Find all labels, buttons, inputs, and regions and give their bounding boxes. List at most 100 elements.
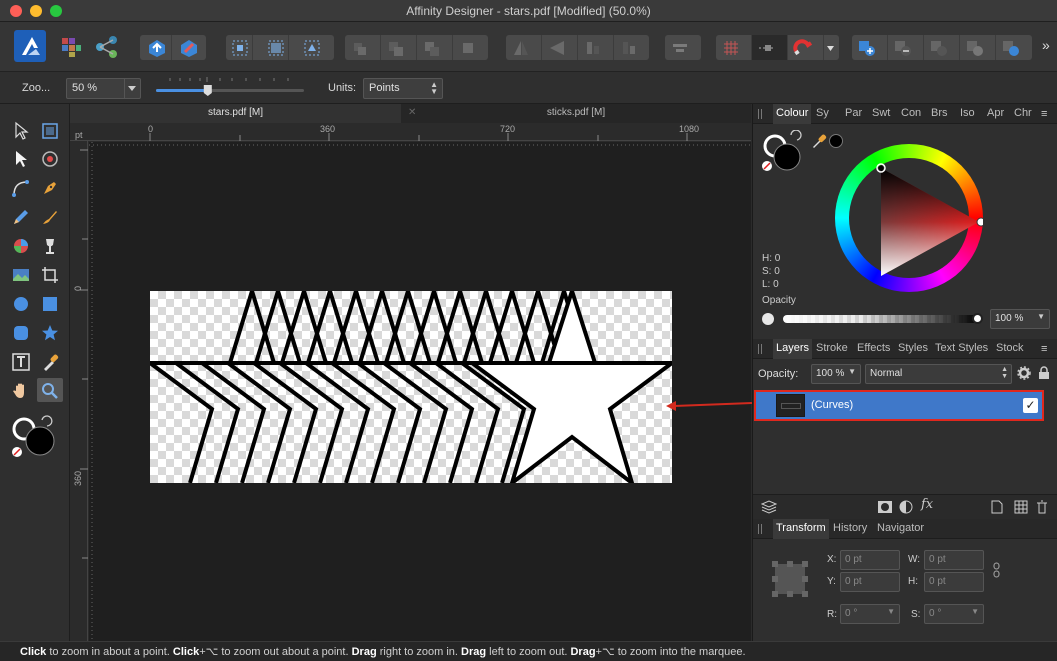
zoom-slider[interactable] — [156, 76, 304, 98]
publish-button[interactable] — [142, 35, 172, 60]
xor-boolean-icon[interactable] — [960, 35, 996, 60]
snapping-box-button[interactable] — [298, 35, 325, 60]
toolbar-overflow-button[interactable]: » — [1042, 37, 1050, 53]
export-persona-icon[interactable] — [94, 34, 120, 60]
panel-grip-icon[interactable] — [758, 524, 762, 534]
opacity-slider[interactable] — [783, 315, 979, 323]
guides-icon[interactable] — [752, 35, 788, 60]
y-field[interactable]: 0 pt — [840, 572, 900, 592]
align-icon[interactable] — [665, 35, 701, 60]
layers-stack-icon[interactable] — [760, 500, 778, 517]
layer-visibility-checkbox[interactable]: ✓ — [1023, 398, 1038, 413]
hand-tool-icon[interactable] — [8, 378, 34, 402]
fill-stroke-swatch[interactable] — [761, 129, 811, 180]
tab-iso[interactable]: Iso — [960, 107, 975, 119]
tab-history[interactable]: History — [833, 522, 867, 534]
grid-icon[interactable] — [716, 35, 752, 60]
adjustments-icon[interactable] — [899, 500, 913, 517]
arrange-backward-icon[interactable] — [381, 35, 417, 60]
mask-layer-icon[interactable] — [877, 500, 893, 517]
divide-boolean-icon[interactable] — [996, 35, 1032, 60]
move-tool-icon[interactable] — [8, 118, 34, 142]
pencil-tool-icon[interactable] — [8, 204, 34, 228]
corner-tool-icon[interactable] — [8, 175, 34, 199]
designer-persona-icon[interactable] — [14, 30, 46, 62]
tab-swatches[interactable]: Sy — [816, 107, 829, 119]
fill-tool-icon[interactable] — [8, 233, 34, 257]
rotation-field[interactable]: 0 ° ▼ — [840, 604, 900, 624]
tab-colour[interactable]: Colour — [773, 104, 812, 124]
link-proportions-icon[interactable] — [993, 562, 1001, 581]
transform-origin-button[interactable] — [262, 35, 289, 60]
h-field[interactable]: 0 pt — [924, 572, 984, 592]
tab-stock[interactable]: Stock — [996, 342, 1024, 354]
opacity-field[interactable]: 100 % ▼ — [990, 309, 1050, 329]
tab-brushes[interactable]: Brs — [931, 107, 948, 119]
panel-grip-icon[interactable] — [758, 109, 762, 119]
bounding-box-button[interactable] — [226, 35, 253, 60]
subtract-boolean-icon[interactable] — [888, 35, 924, 60]
w-field[interactable]: 0 pt — [924, 550, 984, 570]
tab-paragraph[interactable]: Par — [845, 107, 862, 119]
stars-artwork[interactable] — [150, 291, 672, 483]
arrange-forward-icon[interactable] — [417, 35, 453, 60]
zoom-tool-icon[interactable] — [37, 378, 63, 402]
text-tool-icon[interactable] — [8, 349, 34, 373]
tab-appearance[interactable]: Apr — [987, 107, 1004, 119]
tab-navigator[interactable]: Navigator — [877, 522, 924, 534]
tab-con[interactable]: Con — [901, 107, 921, 119]
panel-grip-icon[interactable] — [758, 344, 762, 354]
crop-tool-icon[interactable] — [37, 262, 63, 286]
rounded-rectangle-tool-icon[interactable] — [8, 320, 34, 344]
add-boolean-icon[interactable] — [852, 35, 888, 60]
tab-layers[interactable]: Layers — [773, 339, 813, 359]
point-transform-tool-icon[interactable] — [37, 146, 63, 170]
zoom-field[interactable]: 50 % — [66, 78, 141, 99]
panel-menu-icon[interactable]: ≡ — [1041, 343, 1047, 355]
ellipse-tool-icon[interactable] — [8, 291, 34, 315]
tab-character[interactable]: Chr — [1014, 107, 1032, 119]
colour-wheel[interactable] — [835, 144, 983, 300]
canvas-area[interactable] — [89, 142, 751, 641]
units-select[interactable]: Points ▲ ▼ — [363, 78, 443, 99]
transparency-tool-icon[interactable] — [37, 233, 63, 257]
arrange-front-icon[interactable] — [453, 35, 488, 60]
rotate-left-icon[interactable] — [578, 35, 614, 60]
tab-effects[interactable]: Effects — [857, 342, 890, 354]
transform-anchor-grid[interactable] — [771, 560, 809, 598]
colour-swatch-tool[interactable] — [12, 414, 60, 464]
vector-brush-tool-icon[interactable] — [37, 204, 63, 228]
flip-horizontal-icon[interactable] — [506, 35, 542, 60]
delete-layer-icon[interactable] — [1036, 500, 1048, 517]
shear-field[interactable]: 0 ° ▼ — [924, 604, 984, 624]
tab-styles[interactable]: Styles — [898, 342, 928, 354]
tab-sticks-pdf[interactable]: sticks.pdf [M] — [401, 104, 751, 123]
place-image-tool-icon[interactable] — [8, 262, 34, 286]
rotate-right-icon[interactable] — [614, 35, 649, 60]
flip-vertical-icon[interactable] — [542, 35, 578, 60]
tab-stars-pdf[interactable]: stars.pdf [M] — [70, 104, 401, 123]
tab-stroke[interactable]: Stroke — [816, 342, 848, 354]
tab-text-styles[interactable]: Text Styles — [935, 342, 988, 354]
color-picker-tool-icon[interactable] — [37, 349, 63, 373]
star-tool-icon[interactable] — [37, 320, 63, 344]
layer-lock-icon[interactable] — [1038, 366, 1050, 383]
tab-swt[interactable]: Swt — [872, 107, 890, 119]
panel-menu-icon[interactable]: ≡ — [1041, 108, 1047, 120]
fx-effects-icon[interactable]: fx — [921, 497, 933, 512]
share-button[interactable] — [174, 35, 204, 60]
arrange-back-icon[interactable] — [345, 35, 381, 60]
layer-settings-gear-icon[interactable] — [1017, 366, 1031, 383]
group-layers-icon[interactable] — [1014, 500, 1028, 517]
rectangle-tool-icon[interactable] — [37, 291, 63, 315]
node-tool-icon[interactable] — [8, 146, 34, 170]
opacity-slider-thumb[interactable] — [972, 313, 983, 324]
colour-picker-icon[interactable] — [811, 133, 827, 152]
intersect-boolean-icon[interactable] — [924, 35, 960, 60]
new-layer-icon[interactable] — [991, 500, 1003, 517]
layer-row-curves[interactable]: (Curves) ✓ — [756, 392, 1042, 419]
x-field[interactable]: 0 pt — [840, 550, 900, 570]
snapping-dropdown-icon[interactable] — [824, 35, 839, 60]
pen-tool-icon[interactable] — [37, 175, 63, 199]
tab-transform[interactable]: Transform — [773, 519, 829, 539]
